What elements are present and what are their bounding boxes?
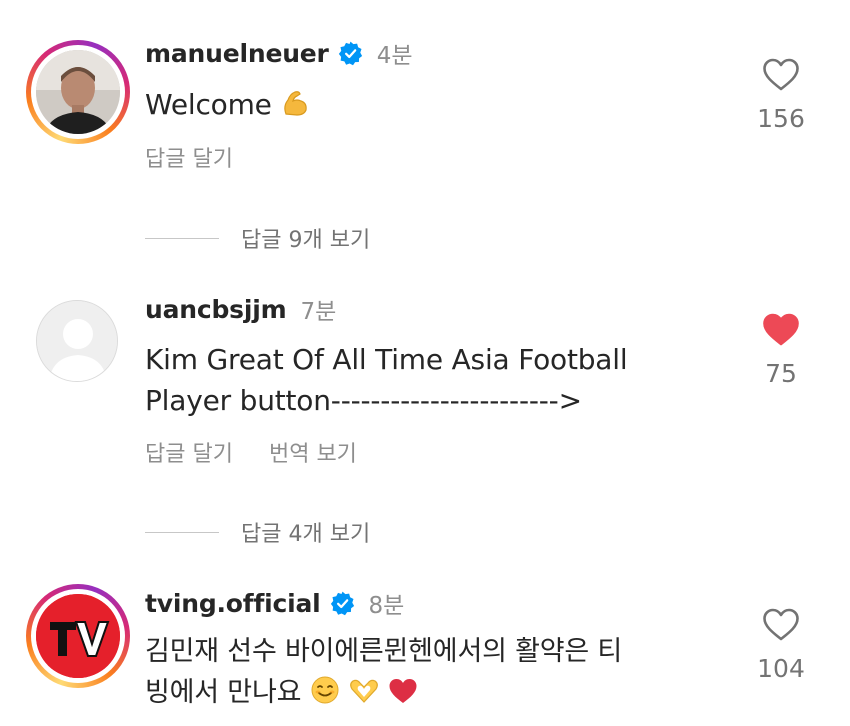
person-photo-icon <box>36 50 120 134</box>
tving-logo-icon <box>36 594 120 678</box>
reply-button[interactable]: 답글 달기 <box>145 141 233 173</box>
comment-text-line: Kim Great Of All Time Asia Football <box>145 343 628 376</box>
like-column: 156 <box>750 58 812 133</box>
heart-hands-emoji <box>350 679 378 703</box>
red-heart-emoji <box>389 679 417 703</box>
view-replies-button[interactable]: 답글 9개 보기 <box>145 222 370 254</box>
comment-text: 김민재 선수 바이에른뮌헨에서의 활약은 티 빙에서 만나요 <box>145 631 622 713</box>
default-avatar-icon <box>37 301 117 381</box>
view-replies-label: 답글 4개 보기 <box>241 522 371 547</box>
avatar[interactable] <box>36 300 118 382</box>
comment-text: Kim Great Of All Time Asia Football Play… <box>145 339 628 421</box>
like-column: 104 <box>750 608 812 683</box>
verified-badge-icon <box>338 41 362 65</box>
comment-text-line: 빙에서 만나요 <box>145 672 622 713</box>
heart-outline-icon[interactable] <box>762 608 800 642</box>
comment-text-line: Player button-----------------------> <box>145 384 582 417</box>
profile-photo <box>36 50 120 134</box>
heart-outline-icon[interactable] <box>762 58 800 92</box>
view-replies-button[interactable]: 답글 4개 보기 <box>145 516 370 548</box>
timestamp: 7분 <box>300 299 337 325</box>
smiling-face-emoji <box>311 676 339 704</box>
avatar[interactable] <box>26 40 130 144</box>
timestamp: 8분 <box>368 593 405 619</box>
comment-text-content: Welcome <box>145 88 272 121</box>
username[interactable]: uancbsjjm <box>145 295 287 324</box>
comment-text-content: 빙에서 만나요 <box>145 677 302 708</box>
like-count: 156 <box>757 104 805 133</box>
username[interactable]: tving.official <box>145 589 321 618</box>
divider-line <box>145 237 219 239</box>
view-replies-label: 답글 9개 보기 <box>241 228 371 253</box>
heart-filled-icon[interactable] <box>762 313 800 347</box>
avatar[interactable] <box>26 584 130 688</box>
timestamp: 4분 <box>376 43 413 69</box>
like-count: 104 <box>757 654 805 683</box>
like-count: 75 <box>765 359 797 388</box>
reply-button[interactable]: 답글 달기 <box>145 436 233 468</box>
comment-text-line: 김민재 선수 바이에른뮌헨에서의 활약은 티 <box>145 636 623 667</box>
divider-line <box>145 531 219 533</box>
verified-badge-icon <box>330 591 354 615</box>
tving-logo <box>36 594 120 678</box>
comment-text: Welcome <box>145 84 310 125</box>
flexed-biceps-emoji <box>284 91 308 116</box>
like-column: 75 <box>750 313 812 388</box>
see-translation-button[interactable]: 번역 보기 <box>269 436 357 468</box>
username[interactable]: manuelneuer <box>145 39 329 68</box>
